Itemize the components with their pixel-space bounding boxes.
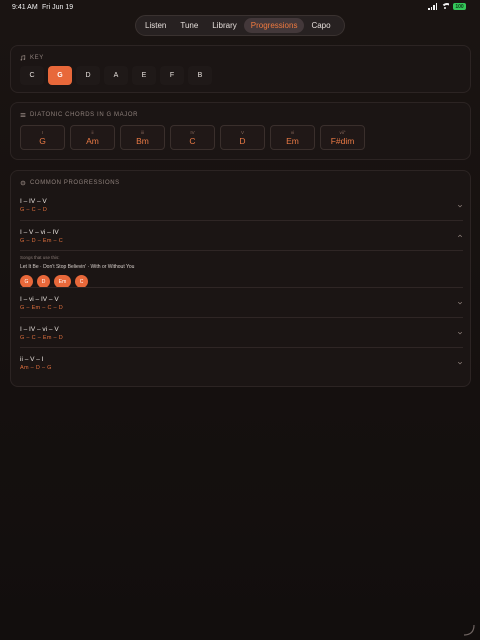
progression-item[interactable]: I – vi – IV – V G – Em – C – D <box>20 288 463 318</box>
chevron-down-icon[interactable] <box>457 300 463 306</box>
chords-card-title-text: DIATONIC CHORDS IN G MAJOR <box>30 112 139 118</box>
wifi-icon <box>441 3 449 10</box>
key-button-e[interactable]: E <box>132 66 156 85</box>
progression-chords: Am – D – G <box>20 365 52 371</box>
list-icon <box>20 113 26 117</box>
key-button-c[interactable]: C <box>20 66 44 85</box>
expanded-divider <box>20 271 463 288</box>
loop-icon <box>20 180 26 186</box>
key-button-a[interactable]: A <box>104 66 128 85</box>
status-icons: 100 <box>428 3 466 10</box>
progression-chords: G – D – Em – C <box>20 238 64 244</box>
progressions-card-title: COMMON PROGRESSIONS <box>20 180 120 186</box>
cellular-signal-icon <box>428 3 437 10</box>
key-card-title-text: KEY <box>30 55 44 61</box>
chord-name: Am <box>86 135 99 146</box>
progression-item-expanded[interactable]: I – V – vi – IV G – D – Em – C <box>20 221 463 251</box>
progression-item[interactable]: ii – V – I Am – D – G <box>20 348 463 378</box>
progression-name: I – V – vi – IV <box>20 229 59 236</box>
chevron-up-icon[interactable] <box>457 233 463 239</box>
progression-name: I – vi – IV – V <box>20 296 59 303</box>
tab-listen[interactable]: Listen <box>138 18 173 33</box>
battery-icon: 100 <box>453 3 466 10</box>
tab-capo[interactable]: Capo <box>304 18 337 33</box>
key-card-title: KEY <box>20 55 44 61</box>
progression-chords: G – C – D <box>20 207 48 213</box>
chord-name: C <box>189 135 196 146</box>
status-bar: 9:41 AM Fri Jun 19 100 <box>0 0 480 14</box>
progression-chords: G – Em – C – D <box>20 305 64 311</box>
key-button-d[interactable]: D <box>76 66 100 85</box>
tab-progressions[interactable]: Progressions <box>243 18 305 33</box>
chord-name: F#dim <box>330 135 355 146</box>
chord-button-em[interactable]: vi Em <box>270 125 315 150</box>
chord-button-d[interactable]: VD <box>220 125 265 150</box>
key-button-f[interactable]: F <box>160 66 184 85</box>
chord-button-c[interactable]: IV C <box>170 125 215 150</box>
song-list: Let It Be · Don't Stop Believin' · With … <box>20 264 135 270</box>
status-time: 9:41 AM <box>12 4 38 11</box>
chord-button-fsharp-dim[interactable]: vii° F#dim <box>320 125 365 150</box>
chord-name: Em <box>286 135 299 146</box>
resize-corner-icon[interactable] <box>463 624 475 636</box>
chord-button-g[interactable]: IG <box>20 125 65 150</box>
common-progressions-card: COMMON PROGRESSIONS I – IV – V G – C – D… <box>10 170 471 387</box>
music-note-icon <box>20 55 26 61</box>
progression-name: ii – V – I <box>20 356 44 363</box>
status-date: Fri Jun 19 <box>42 4 74 11</box>
tab-tune[interactable]: Tune <box>173 18 205 33</box>
key-card: KEY C G D A E F B <box>10 45 471 93</box>
chevron-down-icon[interactable] <box>457 330 463 336</box>
chord-button-bm[interactable]: iii Bm <box>120 125 165 150</box>
chevron-down-icon[interactable] <box>457 203 463 209</box>
progressions-card-title-text: COMMON PROGRESSIONS <box>30 180 120 186</box>
chord-button-am[interactable]: ii Am <box>70 125 115 150</box>
progression-chords: G – C – Em – D <box>20 335 64 341</box>
tab-library[interactable]: Library <box>205 18 243 33</box>
chord-name: G <box>39 135 46 146</box>
key-selector: C G D A E F B <box>20 66 212 85</box>
progression-item[interactable]: I – IV – vi – V G – C – Em – D <box>20 318 463 348</box>
key-button-g[interactable]: G <box>48 66 72 85</box>
key-button-b[interactable]: B <box>188 66 212 85</box>
chevron-down-icon[interactable] <box>457 360 463 366</box>
battery-level: 100 <box>455 3 464 10</box>
songs-label: Songs that use this: <box>20 255 60 260</box>
diatonic-chords-card: DIATONIC CHORDS IN G MAJOR IG ii Am iii Bm… <box>10 102 471 160</box>
chord-name: D <box>239 135 246 146</box>
progression-name: I – IV – vi – V <box>20 326 59 333</box>
chord-list: IG ii Am iii Bm IV C VD vi Em vii° F#dim <box>20 125 365 150</box>
chords-card-title: DIATONIC CHORDS IN G MAJOR <box>20 112 138 118</box>
chord-name: Bm <box>136 135 149 146</box>
progression-item[interactable]: I – IV – V G – C – D <box>20 191 463 221</box>
progression-name: I – IV – V <box>20 198 47 205</box>
main-tab-bar: Listen Tune Library Progressions Capo <box>135 15 345 36</box>
